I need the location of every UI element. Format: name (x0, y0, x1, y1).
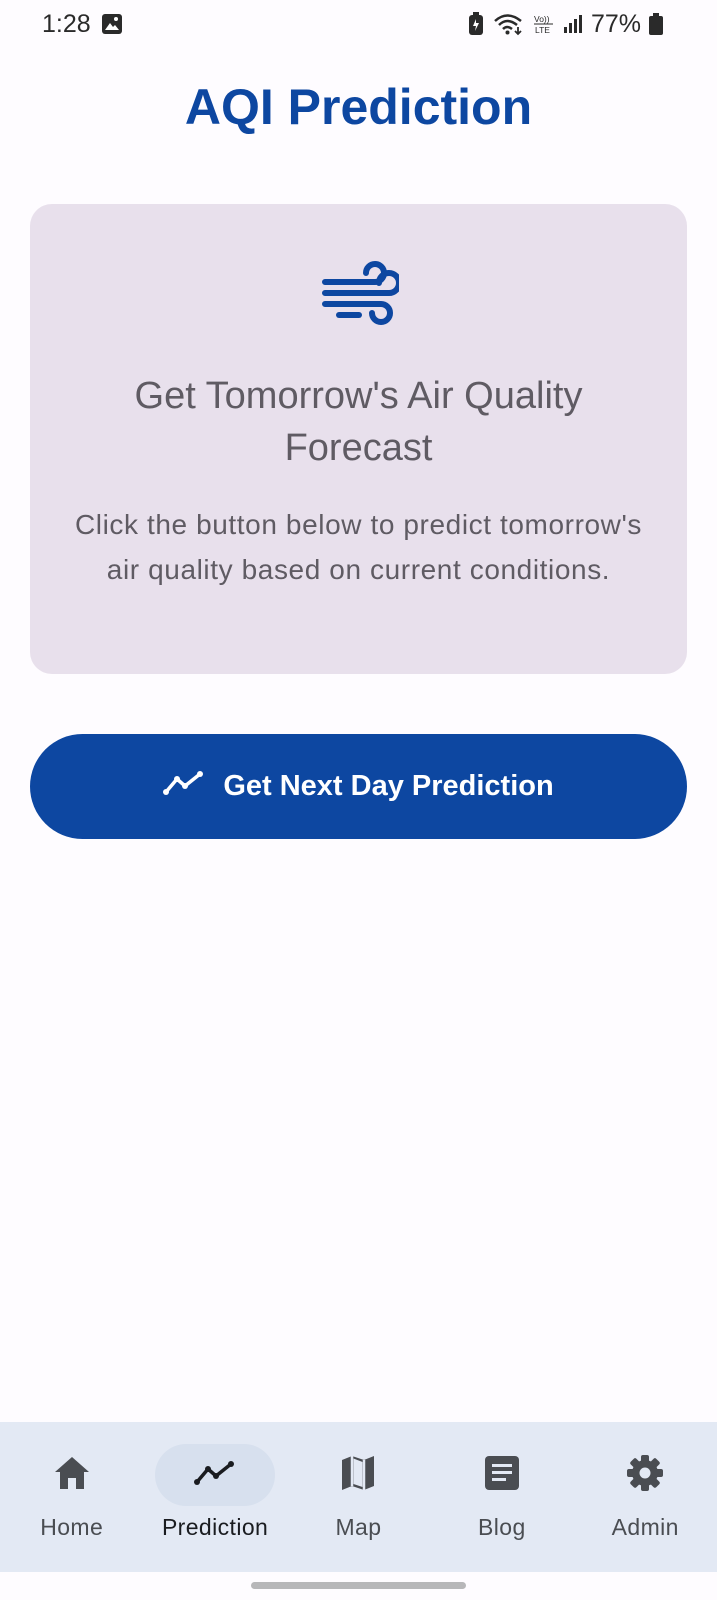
nav-label-blog: Blog (478, 1514, 526, 1540)
battery-icon (649, 13, 663, 35)
get-prediction-label: Get Next Day Prediction (223, 770, 554, 802)
page-title: AQI Prediction (184, 79, 533, 135)
nav-pill-admin (585, 1444, 705, 1506)
trending-icon (163, 770, 205, 803)
nav-label-home: Home (40, 1514, 104, 1540)
card-icon-wrap (30, 260, 687, 335)
wifi-icon (493, 12, 525, 36)
signal-icon (563, 13, 583, 35)
battery-saver-icon (467, 12, 485, 36)
home-icon (53, 1455, 91, 1496)
nav-item-prediction[interactable]: Prediction (144, 1444, 287, 1541)
nav-label-admin: Admin (611, 1514, 679, 1540)
status-bar: 1:28 Vo)) LTE 77% (0, 0, 717, 48)
status-right: Vo)) LTE 77% (467, 10, 663, 39)
battery-percent: 77% (590, 9, 641, 38)
forecast-card: Get Tomorrow's Air Quality Forecast Clic… (30, 204, 687, 674)
nav-pill-home (12, 1444, 132, 1506)
get-prediction-button[interactable]: Get Next Day Prediction (30, 734, 687, 839)
map-icon (340, 1454, 376, 1497)
nav-item-home[interactable]: Home (0, 1444, 143, 1541)
status-left: 1:28 (42, 10, 123, 39)
status-time: 1:28 (42, 9, 91, 38)
volte-icon: Vo)) LTE (533, 13, 555, 35)
svg-text:Vo)): Vo)) (534, 14, 550, 24)
gear-icon (626, 1454, 664, 1497)
nav-item-admin[interactable]: Admin (574, 1444, 717, 1541)
trending-icon (194, 1460, 236, 1490)
nav-pill-prediction (155, 1444, 276, 1506)
nav-label-map: Map (335, 1514, 382, 1540)
gesture-handle[interactable] (251, 1582, 466, 1589)
article-icon (484, 1455, 520, 1496)
card-description: Click the button below to predict tomorr… (74, 509, 643, 585)
card-heading: Get Tomorrow's Air Quality Forecast (134, 375, 583, 469)
bottom-navigation: Home Prediction Map Blog Admin (0, 1422, 717, 1572)
nav-label-prediction: Prediction (161, 1514, 269, 1540)
gallery-icon (101, 13, 123, 35)
nav-item-map[interactable]: Map (287, 1444, 430, 1541)
svg-text:LTE: LTE (535, 25, 550, 35)
wind-icon (319, 260, 402, 335)
nav-pill-map (298, 1444, 418, 1506)
nav-item-blog[interactable]: Blog (430, 1444, 573, 1541)
nav-pill-blog (442, 1444, 562, 1506)
